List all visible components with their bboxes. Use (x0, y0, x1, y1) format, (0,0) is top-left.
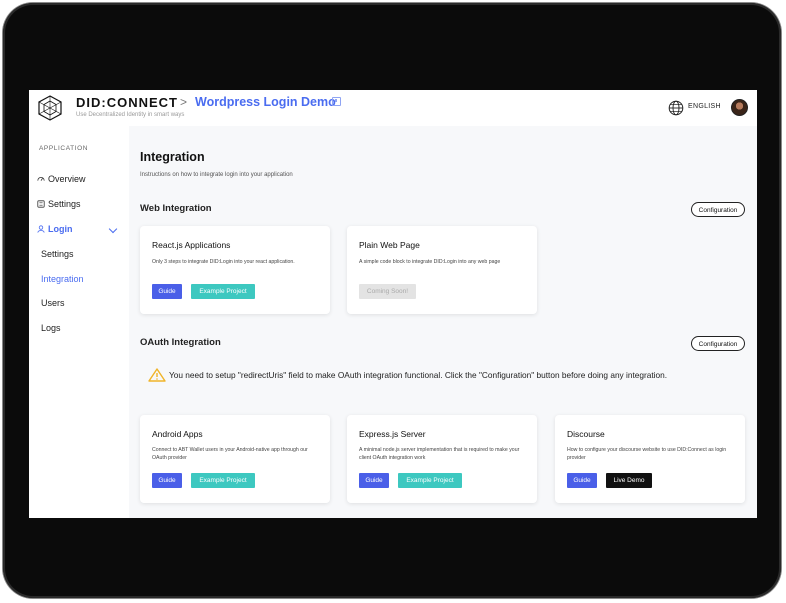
example-project-button[interactable]: Example Project (191, 473, 255, 488)
sidebar-item-settings[interactable]: Settings (37, 199, 81, 209)
main-content: Integration Instructions on how to integ… (129, 126, 757, 518)
card-description: A minimal node.js server implementation … (359, 447, 520, 461)
web-configuration-button[interactable]: Configuration (691, 202, 745, 217)
coming-soon-button: Coming Soon! (359, 284, 416, 299)
sidebar-item-login[interactable]: Login (37, 224, 73, 234)
breadcrumb-separator: > (180, 95, 188, 109)
card-title: Android Apps (152, 429, 203, 439)
card-discourse: Discourse How to configure your discours… (555, 415, 745, 503)
app-screen: DID:CONNECT > Wordpress Login Demo Use D… (29, 90, 757, 518)
card-android-apps: Android Apps Connect to ABT Wallet users… (140, 415, 330, 503)
tagline: Use Decentralized Identity in smart ways (76, 112, 185, 118)
page-title: Integration (140, 150, 205, 164)
sidebar-subitem-integration[interactable]: Integration (41, 274, 84, 284)
card-description: Only 3 steps to integrate DID:Login into… (152, 259, 295, 265)
card-title: Discourse (567, 429, 605, 439)
sidebar-item-label: Settings (48, 199, 81, 209)
globe-icon (668, 100, 684, 116)
guide-button[interactable]: Guide (359, 473, 389, 488)
card-expressjs-server: Express.js Server A minimal node.js serv… (347, 415, 537, 503)
language-label: ENGLISH (688, 103, 721, 110)
top-header: DID:CONNECT > Wordpress Login Demo Use D… (29, 90, 757, 126)
card-description: Connect to ABT Wallet users in your Andr… (152, 447, 308, 461)
sidebar-subitem-settings[interactable]: Settings (41, 249, 74, 259)
oauth-configuration-button[interactable]: Configuration (691, 336, 745, 351)
page-subtitle: Instructions on how to integrate login i… (140, 172, 293, 178)
sidebar-item-overview[interactable]: Overview (37, 174, 86, 184)
card-title: React.js Applications (152, 240, 231, 250)
did-connect-logo[interactable] (38, 95, 62, 121)
settings-icon (37, 200, 45, 208)
language-selector[interactable]: ENGLISH (667, 100, 727, 116)
dashboard-icon (37, 177, 45, 181)
sidebar-subitem-logs[interactable]: Logs (41, 323, 61, 333)
card-description: How to configure your discourse website … (567, 447, 727, 461)
edit-icon[interactable] (332, 97, 341, 106)
live-demo-button[interactable]: Live Demo (606, 473, 652, 488)
guide-button[interactable]: Guide (152, 284, 182, 299)
web-integration-title: Web Integration (140, 203, 212, 214)
sidebar-subitem-users[interactable]: Users (41, 298, 65, 308)
card-plain-web-page: Plain Web Page A simple code block to in… (347, 226, 537, 314)
sidebar-item-label: Overview (48, 174, 86, 184)
sidebar-section-label: APPLICATION (39, 145, 89, 152)
user-icon (37, 225, 45, 233)
example-project-button[interactable]: Example Project (191, 284, 255, 299)
card-react-apps: React.js Applications Only 3 steps to in… (140, 226, 330, 314)
brand-name[interactable]: DID:CONNECT (76, 95, 178, 110)
warning-icon (148, 368, 166, 382)
sidebar-item-label: Login (48, 224, 73, 234)
oauth-integration-title: OAuth Integration (140, 337, 221, 348)
user-avatar[interactable] (731, 99, 748, 116)
example-project-button[interactable]: Example Project (398, 473, 462, 488)
card-title: Plain Web Page (359, 240, 420, 250)
card-title: Express.js Server (359, 429, 426, 439)
card-description: A simple code block to integrate DID:Log… (359, 259, 501, 265)
app-title[interactable]: Wordpress Login Demo (195, 95, 336, 109)
oauth-warning-message: You need to setup "redirectUris" field t… (169, 370, 668, 380)
sidebar: APPLICATION Overview Settings Login Sett… (29, 126, 129, 518)
chevron-down-icon[interactable] (108, 224, 118, 234)
guide-button[interactable]: Guide (152, 473, 182, 488)
guide-button[interactable]: Guide (567, 473, 597, 488)
